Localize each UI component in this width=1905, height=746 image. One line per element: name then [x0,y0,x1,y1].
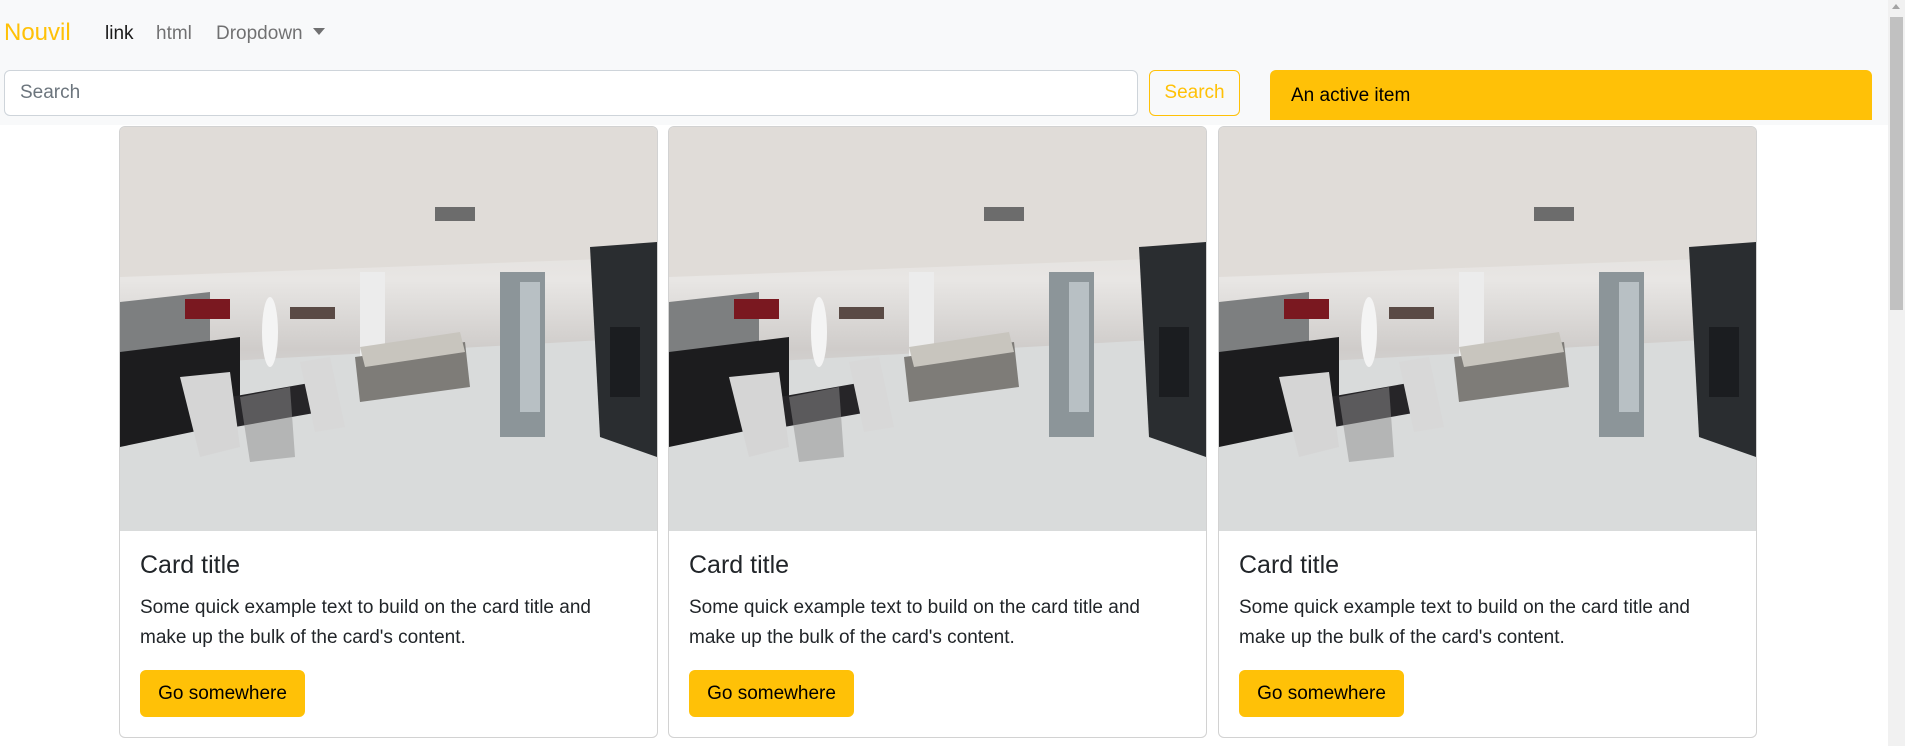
card-text: Some quick example text to build on the … [689,597,1140,648]
search-input[interactable] [4,70,1138,116]
list-group-active-item[interactable]: An active item [1270,70,1872,120]
vertical-scrollbar[interactable] [1888,0,1905,746]
go-somewhere-button[interactable]: Go somewhere [689,670,854,717]
card-image [669,127,1206,531]
nav-dropdown-label: Dropdown [216,23,303,44]
card-title: Card title [1239,551,1340,579]
card-text: Some quick example text to build on the … [140,597,591,648]
chevron-down-icon [312,28,325,35]
navbar: Nouvil link html Dropdown Search An acti… [0,0,1888,125]
card-image [120,127,657,531]
scroll-up-icon[interactable] [1892,4,1900,9]
brand-logo[interactable]: Nouvil [4,19,71,47]
scrollbar-thumb[interactable] [1890,17,1903,310]
card: Card title Some quick example text to bu… [668,126,1207,738]
go-somewhere-button[interactable]: Go somewhere [140,670,305,717]
nav-link-link[interactable]: link [105,23,134,45]
nav-link-html[interactable]: html [156,23,192,45]
search-button[interactable]: Search [1149,70,1240,116]
card-text: Some quick example text to build on the … [1239,597,1690,648]
go-somewhere-button[interactable]: Go somewhere [1239,670,1404,717]
card: Card title Some quick example text to bu… [119,126,658,738]
card-title: Card title [689,551,790,579]
card: Card title Some quick example text to bu… [1218,126,1757,738]
card-image [1219,127,1756,531]
card-title: Card title [140,551,241,579]
nav-dropdown-toggle[interactable]: Dropdown [216,23,325,45]
